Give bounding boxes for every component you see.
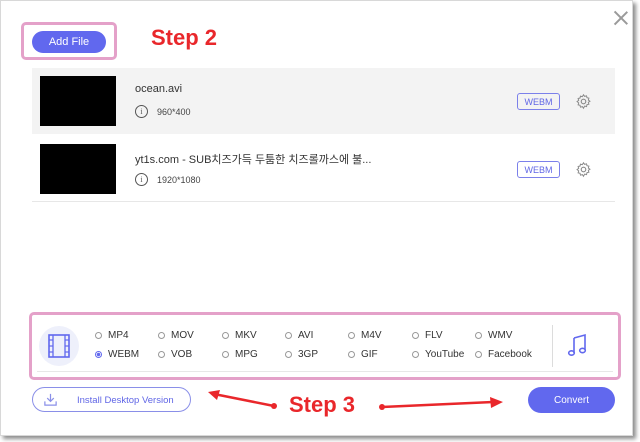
convert-button[interactable]: Convert xyxy=(528,387,615,413)
format-option-webm[interactable]: WEBM xyxy=(95,349,139,360)
output-format-badge[interactable]: WEBM xyxy=(517,161,560,178)
format-option-wmv[interactable]: WMV xyxy=(475,330,512,341)
download-icon xyxy=(44,393,57,406)
format-option-m4v[interactable]: M4V xyxy=(348,330,382,341)
format-label: GIF xyxy=(361,349,378,360)
format-panel: MP4 MOV MKV AVI M4V FLV WMV WEBM VOB MPG… xyxy=(37,321,613,372)
file-row: yt1s.com - SUB치즈가득 두툼한 치즈롤까스에 불... i 192… xyxy=(32,136,615,202)
video-thumbnail xyxy=(40,144,116,194)
music-icon[interactable] xyxy=(567,333,589,357)
radio-button[interactable] xyxy=(348,351,355,358)
format-option-flv[interactable]: FLV xyxy=(412,330,443,341)
format-label: YouTube xyxy=(425,349,465,360)
radio-button[interactable] xyxy=(475,332,482,339)
film-icon[interactable] xyxy=(39,326,79,366)
step2-annotation: Step 2 xyxy=(151,25,218,50)
format-label: MKV xyxy=(235,330,257,341)
gear-icon[interactable] xyxy=(575,93,592,110)
format-option-gif[interactable]: GIF xyxy=(348,349,378,360)
format-option-vob[interactable]: VOB xyxy=(158,349,192,360)
install-label: Install Desktop Version xyxy=(77,395,174,406)
format-option-mp4[interactable]: MP4 xyxy=(95,330,129,341)
format-label: M4V xyxy=(361,330,382,341)
converter-window: Add File Step 2 ocean.avi i 960*400 WEBM… xyxy=(0,0,633,436)
file-name: ocean.avi xyxy=(135,83,183,95)
info-icon[interactable]: i xyxy=(135,173,148,186)
file-resolution: 1920*1080 xyxy=(157,174,201,185)
add-file-button[interactable]: Add File xyxy=(32,31,106,53)
radio-button[interactable] xyxy=(285,332,292,339)
divider xyxy=(552,325,553,367)
info-icon[interactable]: i xyxy=(135,105,148,118)
close-icon[interactable] xyxy=(613,10,629,26)
format-option-avi[interactable]: AVI xyxy=(285,330,313,341)
radio-button[interactable] xyxy=(222,351,229,358)
format-option-mkv[interactable]: MKV xyxy=(222,330,257,341)
format-label: WEBM xyxy=(108,349,140,360)
format-label: Facebook xyxy=(488,349,532,360)
format-option-youtube[interactable]: YouTube xyxy=(412,349,464,360)
format-label: VOB xyxy=(171,349,193,360)
radio-button[interactable] xyxy=(412,351,419,358)
format-label: WMV xyxy=(488,330,513,341)
file-row: ocean.avi i 960*400 WEBM xyxy=(32,68,615,134)
video-thumbnail xyxy=(40,76,116,126)
file-name: yt1s.com - SUB치즈가득 두툼한 치즈롤까스에 불... xyxy=(135,154,372,166)
file-info: i 1920*1080 xyxy=(135,173,201,186)
file-resolution: 960*400 xyxy=(157,106,191,117)
format-option-facebook[interactable]: Facebook xyxy=(475,349,532,360)
radio-button-selected[interactable] xyxy=(95,351,102,358)
format-option-3gp[interactable]: 3GP xyxy=(285,349,318,360)
radio-button[interactable] xyxy=(285,351,292,358)
step3-annotation: Step 3 xyxy=(289,392,356,417)
format-label: MOV xyxy=(171,330,194,341)
annotation-arrow-right xyxy=(379,397,503,410)
radio-button[interactable] xyxy=(95,332,102,339)
radio-button[interactable] xyxy=(158,332,165,339)
radio-button[interactable] xyxy=(412,332,419,339)
install-desktop-button[interactable]: Install Desktop Version xyxy=(32,387,191,412)
annotation-arrow-left xyxy=(208,390,277,409)
format-label: FLV xyxy=(425,330,443,341)
radio-button[interactable] xyxy=(348,332,355,339)
format-label: MP4 xyxy=(108,330,129,341)
radio-button[interactable] xyxy=(475,351,482,358)
format-label: MPG xyxy=(235,349,258,360)
format-option-mpg[interactable]: MPG xyxy=(222,349,258,360)
radio-button[interactable] xyxy=(158,351,165,358)
file-info: i 960*400 xyxy=(135,105,191,118)
gear-icon[interactable] xyxy=(575,161,592,178)
format-option-mov[interactable]: MOV xyxy=(158,330,194,341)
radio-button[interactable] xyxy=(222,332,229,339)
output-format-badge[interactable]: WEBM xyxy=(517,93,560,110)
format-label: AVI xyxy=(298,330,314,341)
format-label: 3GP xyxy=(298,349,319,360)
